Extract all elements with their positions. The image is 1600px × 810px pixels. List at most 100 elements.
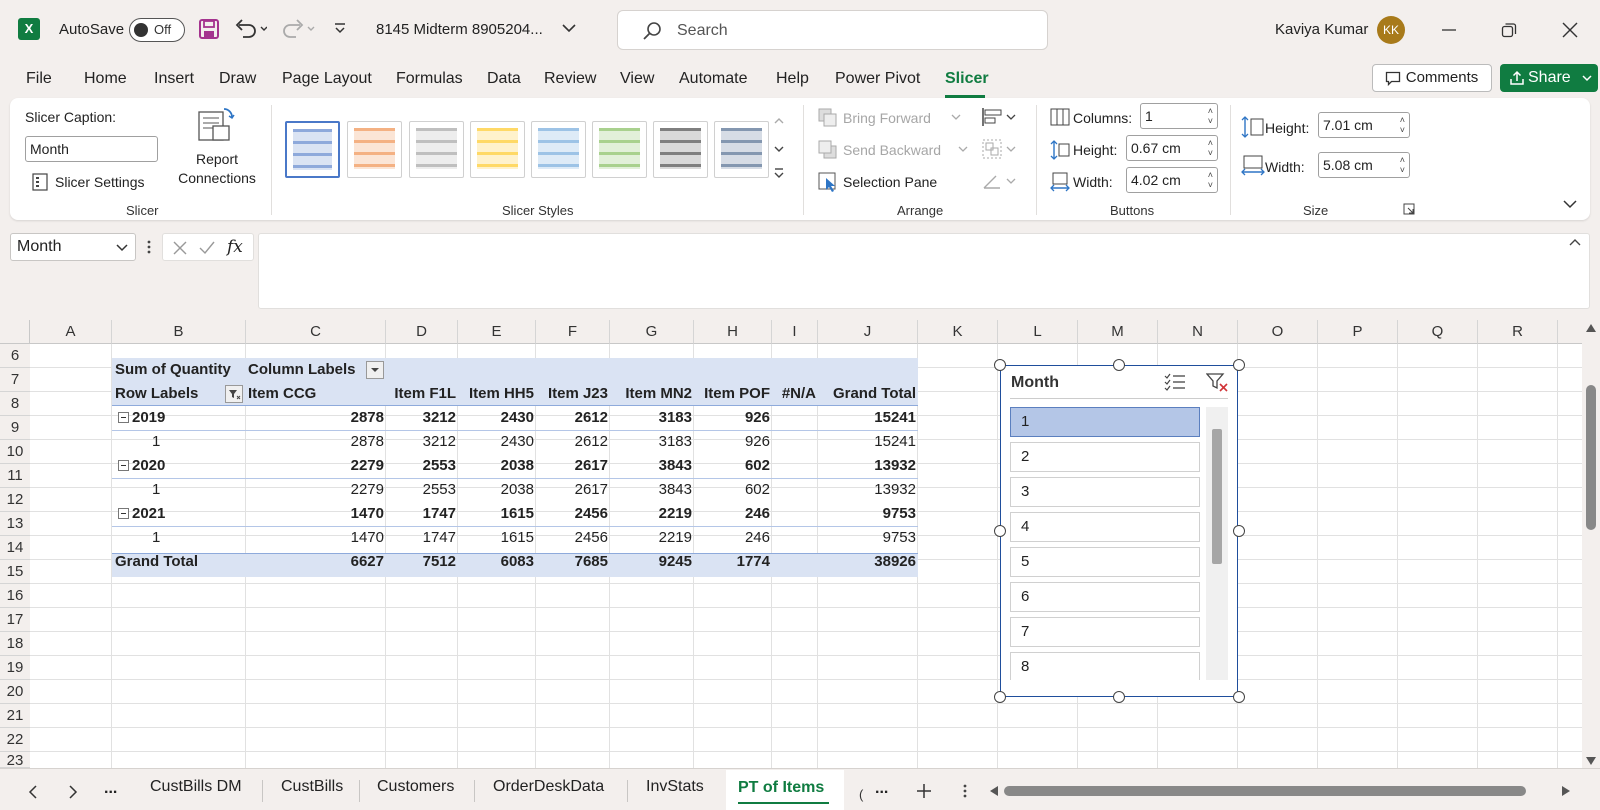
pivot-value-cell[interactable]: 602 (694, 454, 770, 478)
scroll-down-icon[interactable] (1586, 757, 1596, 765)
pivot-value-cell[interactable]: 2430 (458, 406, 534, 430)
name-box[interactable]: Month (10, 233, 136, 261)
report-connections-button[interactable]: Report Connections (172, 150, 262, 188)
pivot-value-cell[interactable]: 2878 (246, 406, 384, 430)
row-header[interactable]: 12 (0, 488, 30, 512)
pivot-value-cell[interactable]: 2456 (536, 526, 608, 550)
more-sheets-button[interactable]: ... (104, 780, 117, 798)
next-sheet-icon[interactable] (68, 785, 78, 799)
row-header[interactable]: 7 (0, 368, 30, 392)
column-header[interactable]: Q (1398, 320, 1478, 344)
month-slicer[interactable]: Month 1 2 3 4 5 6 7 8 (1000, 365, 1238, 697)
button-height-input[interactable]: 0.67 cm ˄ ˅ (1126, 135, 1218, 161)
row-header[interactable]: 20 (0, 680, 30, 704)
tab-automate[interactable]: Automate (679, 70, 747, 88)
pivot-row-label-year[interactable]: 2020 (132, 454, 165, 478)
scroll-right-icon[interactable] (1562, 786, 1570, 796)
pivot-value-cell[interactable]: 7685 (536, 550, 608, 574)
row-header[interactable]: 19 (0, 656, 30, 680)
slicer-item[interactable]: 8 (1010, 652, 1200, 680)
send-backward-button[interactable]: Send Backward (843, 142, 941, 158)
tab-data[interactable]: Data (487, 70, 521, 88)
tab-draw[interactable]: Draw (219, 70, 256, 88)
formula-input[interactable] (258, 233, 1590, 309)
column-header[interactable]: B (112, 320, 246, 344)
column-header[interactable]: A (30, 320, 112, 344)
slicer-style-blue-selected[interactable] (285, 121, 340, 178)
scroll-up-icon[interactable] (1586, 324, 1596, 332)
comments-button[interactable]: Comments (1372, 64, 1492, 92)
resize-handle[interactable] (994, 359, 1006, 371)
pivot-value-cell[interactable]: 2878 (246, 430, 384, 454)
vertical-scrollbar[interactable] (1582, 320, 1600, 768)
pivot-value-cell[interactable]: 1470 (246, 502, 384, 526)
resize-handle[interactable] (1113, 691, 1125, 703)
spinner-icon[interactable]: ˄ ˅ (1400, 115, 1405, 135)
pivot-value-cell[interactable]: 6083 (458, 550, 534, 574)
truncated-sheet-tab[interactable]: ( (859, 787, 863, 802)
pivot-value-cell[interactable]: 246 (694, 502, 770, 526)
spinner-icon[interactable]: ˄ ˅ (1400, 155, 1405, 175)
slicer-item[interactable]: 4 (1010, 512, 1200, 542)
column-header[interactable]: I (772, 320, 818, 344)
resize-handle[interactable] (1113, 359, 1125, 371)
pivot-value-cell[interactable]: 926 (694, 406, 770, 430)
sheet-tab-active[interactable]: PT of Items (738, 779, 824, 797)
more-options-icon[interactable] (146, 239, 152, 255)
tab-file[interactable]: File (26, 70, 52, 88)
pivot-value-cell[interactable]: 3183 (610, 430, 692, 454)
pivot-value-cell[interactable]: 2617 (536, 478, 608, 502)
undo-icon[interactable] (233, 17, 267, 41)
row-header[interactable]: 17 (0, 608, 30, 632)
column-header[interactable]: E (458, 320, 536, 344)
button-width-input[interactable]: 4.02 cm ˄ ˅ (1126, 167, 1218, 193)
cancel-icon[interactable] (173, 241, 187, 255)
group-objects-icon[interactable] (981, 138, 1017, 160)
spinner-icon[interactable]: ˄ ˅ (1208, 170, 1213, 190)
insert-function-button[interactable]: fx (227, 237, 243, 257)
resize-handle[interactable] (994, 525, 1006, 537)
avatar[interactable]: KK (1377, 16, 1405, 44)
resize-handle[interactable] (1233, 359, 1245, 371)
pivot-value-cell[interactable]: 2279 (246, 478, 384, 502)
tab-slicer[interactable]: Slicer (945, 70, 989, 88)
row-header[interactable]: 15 (0, 560, 30, 584)
vertical-scrollbar-thumb[interactable] (1586, 385, 1596, 530)
collapse-2019-icon[interactable] (118, 412, 129, 423)
slicer-style-darkgray[interactable] (653, 121, 708, 178)
slicer-caption-input[interactable]: Month (25, 136, 158, 162)
pivot-value-cell[interactable]: 15241 (818, 406, 916, 430)
row-header[interactable]: 16 (0, 584, 30, 608)
slicer-height-input[interactable]: 7.01 cm ˄ ˅ (1318, 112, 1410, 138)
pivot-value-cell[interactable]: 13932 (818, 454, 916, 478)
column-header[interactable]: H (694, 320, 772, 344)
pivot-value-cell[interactable]: 3183 (610, 406, 692, 430)
autosave-toggle[interactable]: Off (129, 18, 185, 42)
row-header[interactable]: 14 (0, 536, 30, 560)
pivot-value-cell[interactable]: 3212 (386, 406, 456, 430)
slicer-scrollbar-thumb[interactable] (1212, 429, 1222, 564)
column-header[interactable]: G (610, 320, 694, 344)
pivot-value-cell[interactable]: 1615 (458, 502, 534, 526)
slicer-style-steelblue[interactable] (714, 121, 769, 178)
row-header[interactable]: 18 (0, 632, 30, 656)
pivot-value-cell[interactable]: 3843 (610, 454, 692, 478)
spinner-icon[interactable]: ˄ ˅ (1208, 138, 1213, 158)
pivot-value-cell[interactable]: 2612 (536, 430, 608, 454)
pivot-value-cell[interactable]: 1470 (246, 526, 384, 550)
pivot-row-labels[interactable]: Row Labels (115, 382, 198, 406)
pivot-column-labels[interactable]: Column Labels (248, 358, 356, 382)
pivot-value-cell[interactable]: 2279 (246, 454, 384, 478)
row-header[interactable]: 10 (0, 440, 30, 464)
column-header[interactable]: C (246, 320, 386, 344)
pivot-value-cell[interactable]: 7512 (386, 550, 456, 574)
align-icon[interactable] (981, 106, 1017, 128)
row-header[interactable]: 9 (0, 416, 30, 440)
column-header[interactable]: K (918, 320, 998, 344)
row-header[interactable]: 23 (0, 752, 30, 768)
pivot-value-cell[interactable]: 6627 (246, 550, 384, 574)
column-header[interactable]: M (1078, 320, 1158, 344)
prev-sheet-icon[interactable] (28, 785, 38, 799)
pivot-row-label-year[interactable]: 2019 (132, 406, 165, 430)
customize-toolbar-icon[interactable] (333, 22, 347, 36)
